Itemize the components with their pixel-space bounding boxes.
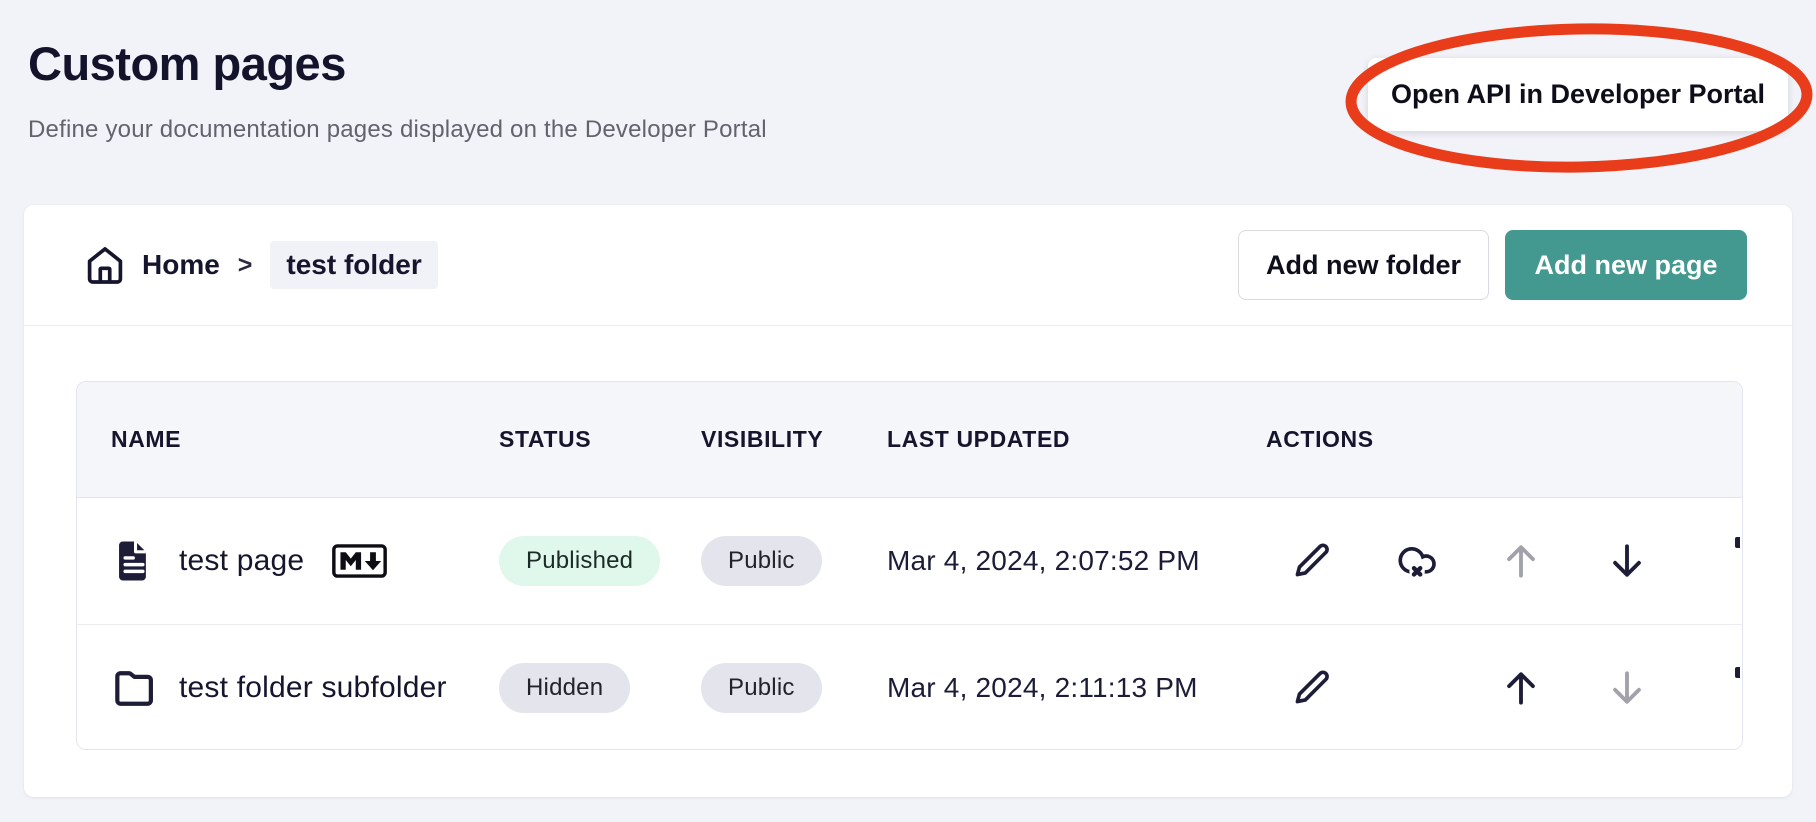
breadcrumb-separator: > xyxy=(238,251,253,280)
clipped-action-icon xyxy=(1735,537,1740,548)
pencil-icon xyxy=(1289,666,1333,710)
pencil-icon xyxy=(1289,539,1333,583)
page-name-label[interactable]: test page xyxy=(179,544,304,578)
arrow-up-icon xyxy=(1499,666,1543,710)
cloud-x-icon xyxy=(1394,539,1438,583)
page-title: Custom pages xyxy=(28,36,346,91)
edit-folder-button[interactable] xyxy=(1287,664,1335,712)
breadcrumb-current-folder: test folder xyxy=(270,241,437,289)
markdown-icon xyxy=(332,544,387,578)
add-new-folder-button[interactable]: Add new folder xyxy=(1238,230,1489,300)
status-badge: Hidden xyxy=(499,663,630,713)
visibility-badge: Public xyxy=(701,663,822,713)
visibility-badge: Public xyxy=(701,536,822,586)
column-header-status: STATUS xyxy=(499,382,591,497)
breadcrumb-home-link[interactable]: Home xyxy=(142,249,220,281)
column-header-actions: ACTIONS xyxy=(1266,382,1374,497)
home-icon[interactable] xyxy=(84,244,126,286)
folder-name-label[interactable]: test folder subfolder xyxy=(179,671,447,705)
add-new-page-button[interactable]: Add new page xyxy=(1505,230,1747,300)
page-subtitle: Define your documentation pages displaye… xyxy=(28,116,767,144)
document-icon xyxy=(111,538,157,584)
last-updated-value: Mar 4, 2024, 2:11:13 PM xyxy=(887,625,1198,750)
custom-pages-card: Home > test folder Add new folder Add ne… xyxy=(24,205,1792,797)
unpublish-page-button[interactable] xyxy=(1392,537,1440,585)
column-header-name: NAME xyxy=(111,382,181,497)
arrow-down-icon xyxy=(1605,666,1649,710)
arrow-down-icon xyxy=(1605,539,1649,583)
clipped-action-icon xyxy=(1735,667,1740,678)
table-header: NAME STATUS VISIBILITY LAST UPDATED ACTI… xyxy=(77,382,1742,498)
status-badge: Published xyxy=(499,536,660,586)
breadcrumb: Home > test folder Add new folder Add ne… xyxy=(24,205,1792,326)
last-updated-value: Mar 4, 2024, 2:07:52 PM xyxy=(887,498,1200,624)
arrow-up-icon xyxy=(1499,539,1543,583)
move-down-button[interactable] xyxy=(1603,537,1651,585)
pages-table: NAME STATUS VISIBILITY LAST UPDATED ACTI… xyxy=(76,381,1743,750)
column-header-visibility: VISIBILITY xyxy=(701,382,823,497)
move-up-button[interactable] xyxy=(1497,664,1545,712)
move-down-button xyxy=(1603,664,1651,712)
edit-page-button[interactable] xyxy=(1287,537,1335,585)
table-row-test-page: test page Published Public Mar 4, 2024, … xyxy=(77,498,1742,624)
folder-icon xyxy=(111,665,157,711)
table-row-test-folder-subfolder: test folder subfolder Hidden Public Mar … xyxy=(77,624,1742,750)
move-up-button xyxy=(1497,537,1545,585)
column-header-last-updated: LAST UPDATED xyxy=(887,382,1070,497)
open-api-in-developer-portal-button[interactable]: Open API in Developer Portal xyxy=(1368,58,1788,131)
